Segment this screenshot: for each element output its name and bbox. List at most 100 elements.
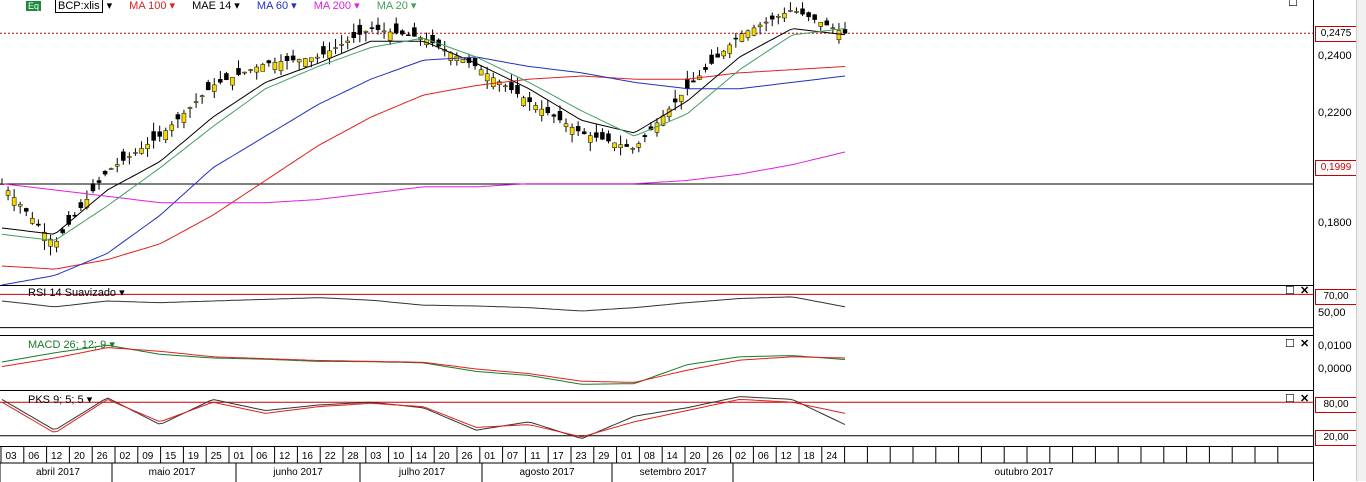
candle-body [139,148,144,154]
ref-price-label: 0,1999 [1315,160,1357,176]
indicator-mae14[interactable]: MAE 14 ▾ [192,0,240,12]
macd-level-0000: 0,0000 [1318,363,1352,375]
candle-body [151,131,156,141]
candle-body [278,61,284,72]
indicator-ma60[interactable]: MA 60 ▾ [257,0,297,12]
candle-body [24,208,29,212]
candle-body [636,143,642,148]
candle-body [842,29,848,34]
month-label: julho 2017 [398,467,446,478]
candle-body [60,229,65,234]
pks-label[interactable]: PKS 9; 5; 5 ▾ [28,394,92,406]
candle-body [733,37,739,40]
candle-body [369,27,375,29]
macd-pane[interactable]: MACD 26; 12; 9 ▾ ☐ ✕ [0,335,1313,391]
symbol-dropdown-icon[interactable]: ▾ [107,0,113,12]
candle-body [757,24,763,27]
candle-body [751,27,757,36]
candle-body [272,61,278,70]
pks-pane[interactable]: PKS 9; 5; 5 ▾ ☐ ✕ [0,390,1313,447]
candle-body [812,14,817,20]
maximize-icon[interactable]: ☐ [1288,0,1298,9]
candle-body [782,13,787,19]
indicator-line-1 [1,398,846,438]
symbol-name[interactable]: BCP:xlis [55,0,103,13]
indicator-line-0 [1,296,846,312]
candle-body [302,58,308,67]
rsi-close-icon[interactable]: ✕ [1300,286,1309,297]
candle-body [133,152,138,154]
candle-body [169,124,175,131]
day-label: 12 [279,451,291,462]
day-label: 26 [97,451,109,462]
candle-body [266,60,272,64]
day-label: 02 [119,451,131,462]
candle-body [218,79,223,83]
candle-body [515,85,520,95]
candle-body [363,30,369,33]
rsi-label[interactable]: RSI 14 Suavizado ▾ [28,287,125,299]
symbol-badge[interactable]: Eq [26,1,42,11]
macd-maximize-icon[interactable]: ☐ [1285,339,1295,350]
candle-body [90,183,96,192]
candle-body [248,69,253,71]
day-label: 24 [826,451,838,462]
candle-body [830,27,836,30]
rsi-chart [0,293,1313,329]
indicator-ma100[interactable]: MA 100 ▾ [129,0,175,12]
price-chart [0,2,1313,285]
day-label: 07 [507,451,519,462]
day-label: 03 [370,451,382,462]
pks-level-20: 20,00 [1315,430,1357,446]
month-label: maio 2017 [149,467,196,478]
candle-body [672,98,678,103]
day-label: 06 [28,451,40,462]
candle-body [575,126,581,132]
candle-body [545,106,551,113]
rsi-pane[interactable]: RSI 14 Suavizado ▾ ☐ ✕ [0,285,1313,336]
day-label: 17 [553,451,565,462]
candle-body [412,27,417,37]
candle-body [745,30,751,38]
pks-close-icon[interactable]: ✕ [1300,394,1309,405]
rsi-level-50: 50,00 [1318,307,1346,319]
candle-body [769,15,775,20]
candle-body [327,50,332,59]
indicator-ma200[interactable]: MA 200 ▾ [314,0,360,12]
candle-body [351,32,357,38]
indicator-ma20[interactable]: MA 20 ▾ [377,0,417,12]
month-label: outubro 2017 [995,467,1054,478]
macd-close-icon[interactable]: ✕ [1300,339,1309,350]
candle-body [236,68,241,75]
vertical-scrollbar[interactable] [1356,0,1366,481]
day-label: 02 [735,451,747,462]
date-axis-graphic: 03 06 12 20 26 02 09 15 19 25 01 06 12 16 22 28 03 10 14 20… [0,447,1313,482]
candle-body [102,170,108,175]
day-label: 16 [302,451,314,462]
candle-body [145,144,150,150]
pks-maximize-icon[interactable]: ☐ [1285,394,1295,405]
candle-body [776,15,781,18]
day-label: 20 [439,451,451,462]
candle-body [503,85,508,88]
candle-body [242,71,247,74]
day-label: 15 [165,451,177,462]
candle-body [788,10,793,12]
rsi-maximize-icon[interactable]: ☐ [1285,286,1295,297]
candle-body [30,218,35,224]
candle-body [406,34,411,36]
macd-label[interactable]: MACD 26; 12; 9 ▾ [28,339,115,351]
candle-body [181,112,187,123]
date-axis[interactable]: 03 06 12 20 26 02 09 15 19 25 01 06 12 16 22 28 03 10 14 20… [0,446,1313,482]
candle-body [484,73,490,82]
candle-body [527,97,532,103]
pks-chart [0,396,1313,439]
candle-body [400,30,405,35]
candle-body [539,108,545,116]
candle-body [36,223,41,226]
candle-body [108,168,114,170]
price-pane[interactable]: Eq BCP:xlis ▾ MA 100 ▾ MAE 14 ▾ MA 60 ▾ MA… [0,0,1313,285]
candle-body [333,47,338,49]
day-label: 28 [347,451,359,462]
candle-body [588,135,593,143]
